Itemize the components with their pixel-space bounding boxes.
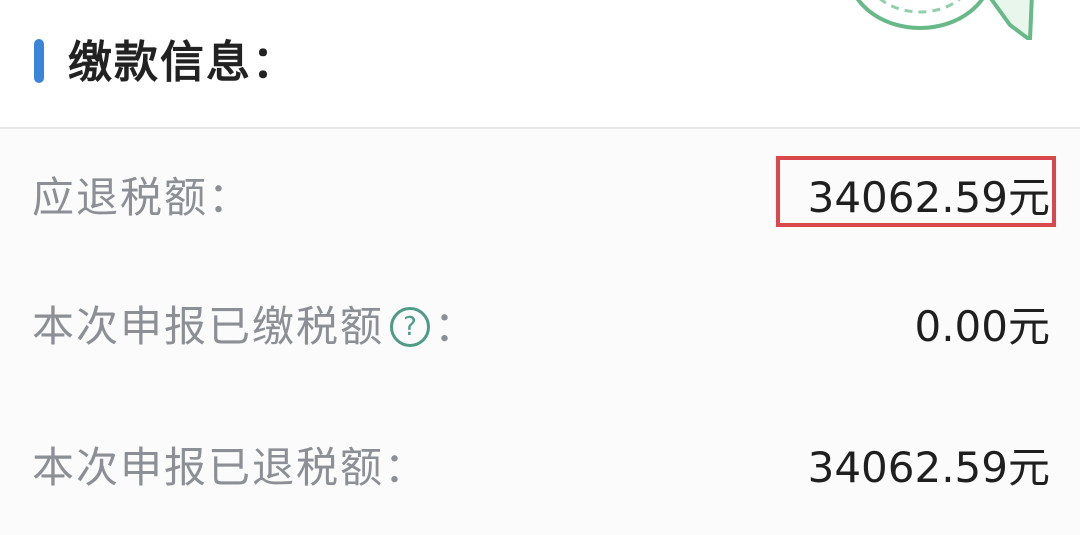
refunded-tax-label: 本次申报已退税额： (32, 443, 429, 492)
section-divider (0, 127, 1080, 129)
payment-info-panel: 缴款信息： 应退税额： 34062.59元 本次申报已缴税额?： 0.00元 本… (0, 0, 1080, 535)
paid-tax-value: 0.00元 (914, 302, 1050, 351)
paid-tax-label: 本次申报已缴税额 (32, 302, 385, 351)
help-icon[interactable]: ? (390, 306, 431, 347)
refunded-tax-value: 34062.59元 (807, 443, 1050, 492)
section-header: 缴款信息： (0, 0, 1080, 128)
section-title: 缴款信息： (68, 37, 298, 88)
refund-due-label: 应退税额： (32, 173, 253, 222)
paid-tax-label-suffix: ： (434, 302, 479, 351)
section-accent-bar (34, 39, 44, 83)
paid-tax-label-row: 本次申报已缴税额?： (32, 301, 478, 353)
refund-due-value: 34062.59元 (807, 173, 1050, 222)
stamp-seal-icon (855, 0, 1034, 40)
